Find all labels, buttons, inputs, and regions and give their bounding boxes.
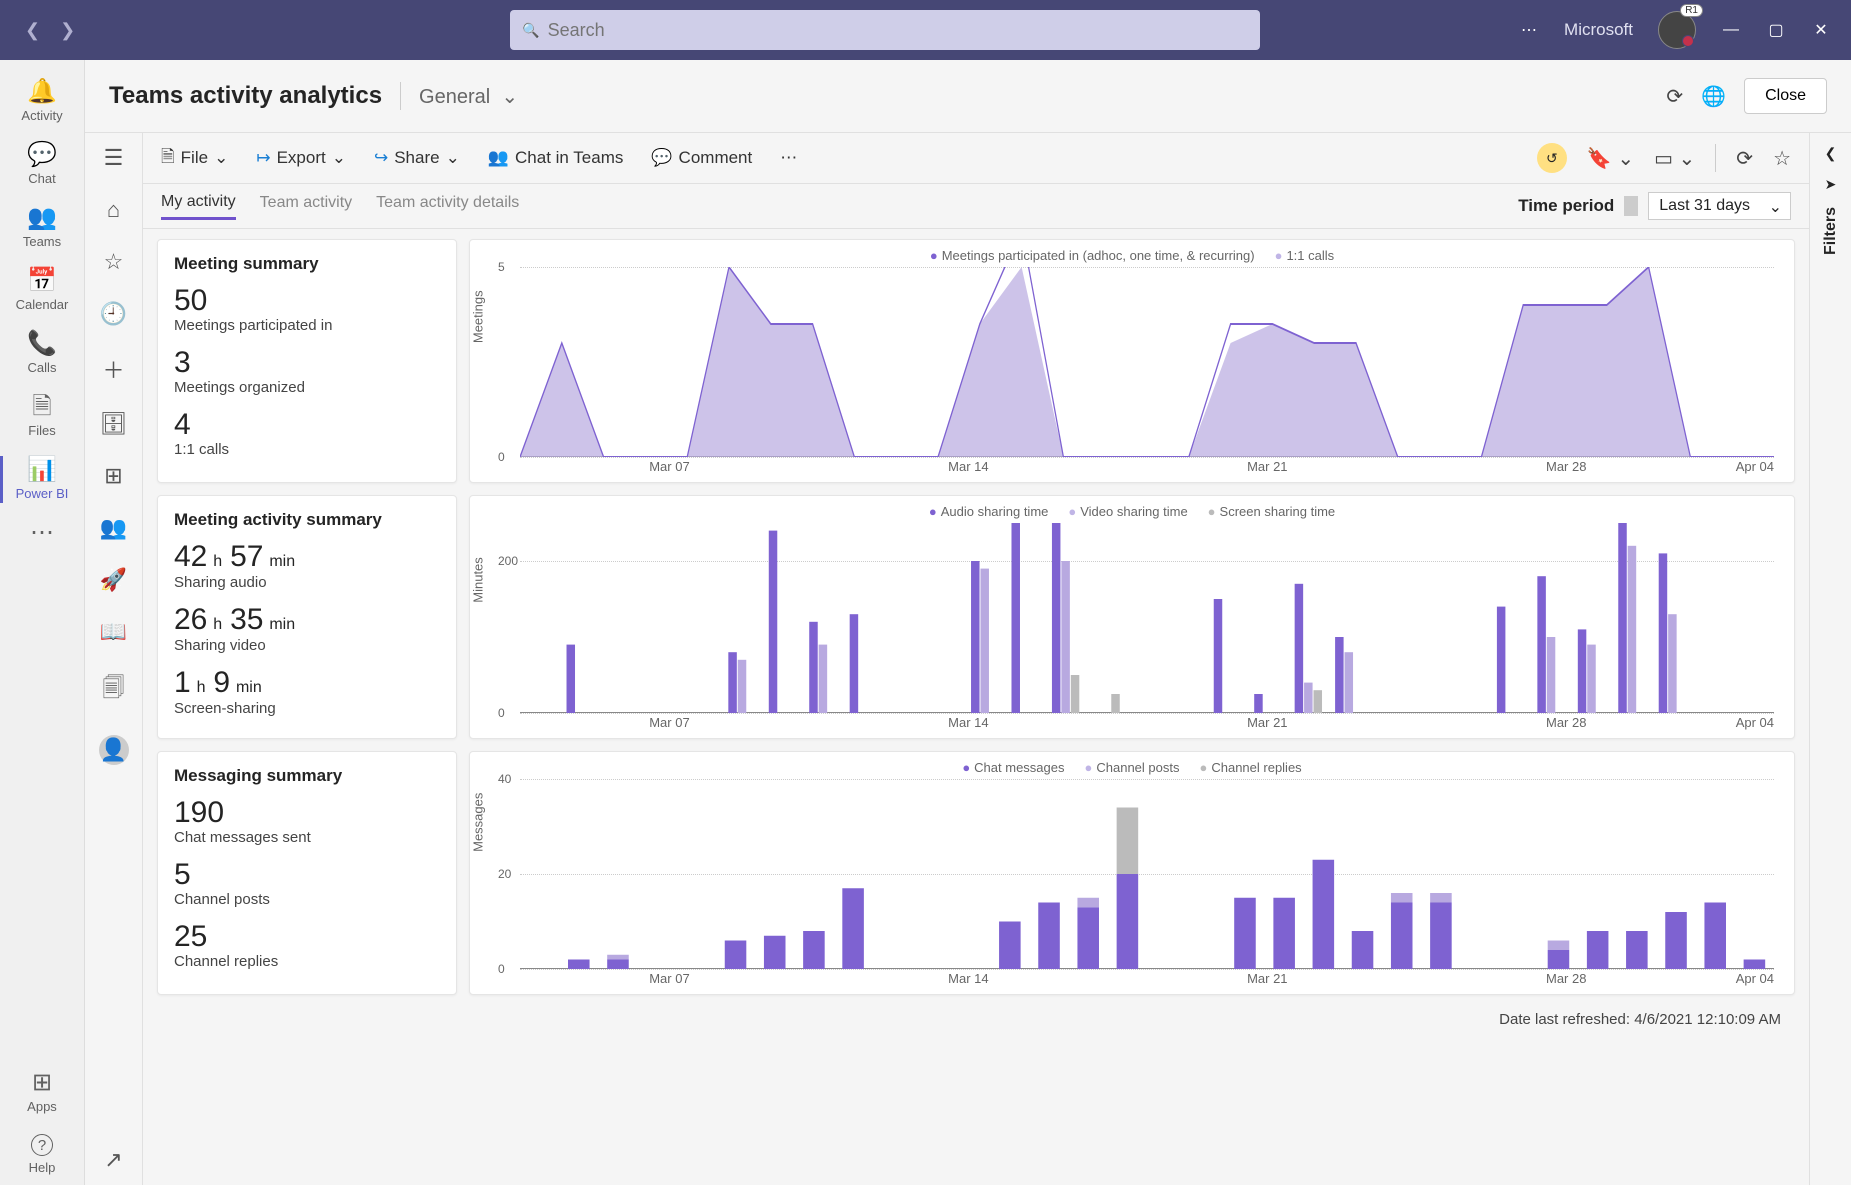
people-icon[interactable]: 👥 xyxy=(100,515,127,541)
plus-icon[interactable]: ＋ xyxy=(102,353,124,385)
chevron-left-icon[interactable]: ❮ xyxy=(1825,145,1837,162)
y-axis-label: Meetings xyxy=(471,290,486,343)
page-icon: 🗎 xyxy=(161,144,175,173)
more-icon[interactable]: ⋯ xyxy=(1519,20,1539,40)
nav-forward[interactable]: ❯ xyxy=(60,20,75,41)
expand-icon[interactable]: ↗ xyxy=(104,1147,122,1173)
search-input[interactable] xyxy=(548,20,1249,41)
channel-picker[interactable]: General ⌄ xyxy=(419,84,518,109)
grid-icon[interactable]: ⊞ xyxy=(104,463,122,489)
bookmark-icon[interactable]: 🔖 ⌄ xyxy=(1587,146,1634,171)
person-icon[interactable]: 👤 xyxy=(99,735,129,765)
chart-icon: 📊 xyxy=(27,458,57,482)
rail-apps[interactable]: ⊞Apps xyxy=(0,1061,84,1124)
menu-icon[interactable]: ☰ xyxy=(104,145,124,171)
messages-chart: Chat messages Channel posts Channel repl… xyxy=(469,751,1795,995)
search-icon: 🔍 xyxy=(522,22,539,39)
file-menu[interactable]: 🗎 File ⌄ xyxy=(161,144,228,173)
messaging-summary-card: Messaging summary 190 Chat messages sent… xyxy=(157,751,457,995)
window-minimize[interactable]: — xyxy=(1721,21,1741,39)
chat-icon: 💬 xyxy=(27,143,57,167)
page-title: Teams activity analytics xyxy=(109,82,382,110)
teams-icon: 👥 xyxy=(27,206,57,230)
more-toolbar[interactable]: ⋯ xyxy=(780,148,797,168)
tab-my-activity[interactable]: My activity xyxy=(161,193,236,220)
window-close[interactable]: ✕ xyxy=(1811,20,1831,40)
refresh2-icon[interactable]: ⟳ xyxy=(1736,146,1753,171)
database-icon[interactable]: 🗄 xyxy=(100,411,128,437)
rail-files[interactable]: 🗎Files xyxy=(0,385,84,448)
minutes-chart: Audio sharing time Video sharing time Sc… xyxy=(469,495,1795,739)
ellipsis-icon: ⋯ xyxy=(30,521,54,545)
rail-teams[interactable]: 👥Teams xyxy=(0,196,84,259)
share-icon: ↪ xyxy=(374,148,388,168)
chat-in-teams-button[interactable]: 👥 Chat in Teams xyxy=(488,148,624,168)
copy-icon[interactable]: 🗐 xyxy=(103,671,125,709)
globe-icon[interactable]: 🌐 xyxy=(1701,84,1726,109)
page-header: Teams activity analytics General ⌄ ⟳ 🌐 C… xyxy=(85,60,1851,133)
filters-pane[interactable]: ❮ ➤ Filters xyxy=(1809,133,1851,1185)
file-icon: 🗎 xyxy=(32,395,51,419)
phone-icon: 📞 xyxy=(27,332,57,356)
close-button[interactable]: Close xyxy=(1744,78,1827,114)
reset-icon: ↺ xyxy=(1546,150,1558,167)
filters-label: Filters xyxy=(1822,207,1840,255)
clock-icon[interactable]: 🕘 xyxy=(100,301,127,327)
tab-team-activity-details[interactable]: Team activity details xyxy=(376,194,519,218)
book-icon[interactable]: 📖 xyxy=(100,619,127,645)
avatar[interactable]: R1 xyxy=(1658,11,1696,49)
export-menu[interactable]: ↦ Export ⌄ xyxy=(256,148,346,168)
window-maximize[interactable]: ▢ xyxy=(1766,20,1786,40)
rail-help[interactable]: ?Help xyxy=(0,1124,84,1185)
teams-chat-icon: 👥 xyxy=(488,148,509,168)
time-period-label: Time period xyxy=(1518,196,1614,216)
meeting-activity-summary-card: Meeting activity summary 42 h 57 min Sha… xyxy=(157,495,457,739)
meeting-summary-card: Meeting summary 50 Meetings participated… xyxy=(157,239,457,483)
reset-button[interactable]: ↺ xyxy=(1537,143,1567,173)
rocket-icon[interactable]: 🚀 xyxy=(100,567,127,593)
titlebar: ❮ ❯ 🔍 ⋯ Microsoft R1 — ▢ ✕ xyxy=(0,0,1851,60)
rail-calls[interactable]: 📞Calls xyxy=(0,322,84,385)
global-search[interactable]: 🔍 xyxy=(510,10,1260,50)
rail-more[interactable]: ⋯ xyxy=(0,511,84,555)
tab-team-activity[interactable]: Team activity xyxy=(260,194,352,218)
home-icon[interactable]: ⌂ xyxy=(107,197,120,223)
comment-icon: 💬 xyxy=(651,148,672,168)
app-rail: 🔔Activity 💬Chat 👥Teams 📅Calendar 📞Calls … xyxy=(0,60,85,1185)
arrow-icon[interactable]: ➤ xyxy=(1825,176,1837,193)
rail-powerbi[interactable]: 📊Power BI xyxy=(0,448,84,511)
legend-meetings: Meetings participated in (adhoc, one tim… xyxy=(930,248,1255,263)
calendar-icon: 📅 xyxy=(27,269,57,293)
refresh-timestamp: Date last refreshed: 4/6/2021 12:10:09 A… xyxy=(157,1007,1795,1032)
refresh-icon[interactable]: ⟳ xyxy=(1666,84,1683,109)
favorite-icon[interactable]: ☆ xyxy=(1773,146,1791,171)
comment-button[interactable]: 💬 Comment xyxy=(651,148,752,168)
bell-icon: 🔔 xyxy=(27,80,57,104)
nav-back[interactable]: ❮ xyxy=(25,20,40,41)
view-icon[interactable]: ▭ ⌄ xyxy=(1654,146,1695,171)
report-tabs: My activity Team activity Team activity … xyxy=(143,184,1809,229)
meetings-chart: Meetings participated in (adhoc, one tim… xyxy=(469,239,1795,483)
org-label: Microsoft xyxy=(1564,20,1633,40)
avatar-badge: R1 xyxy=(1680,4,1703,17)
help-icon: ? xyxy=(31,1134,53,1156)
report-toolbar: 🗎 File ⌄ ↦ Export ⌄ ↪ Share ⌄ 👥 Chat in … xyxy=(143,133,1809,184)
star-icon[interactable]: ☆ xyxy=(104,249,124,275)
export-icon: ↦ xyxy=(256,148,270,168)
rail-activity[interactable]: 🔔Activity xyxy=(0,70,84,133)
rail-calendar[interactable]: 📅Calendar xyxy=(0,259,84,322)
rail-chat[interactable]: 💬Chat xyxy=(0,133,84,196)
time-period-select[interactable]: Last 31 days⌄ xyxy=(1648,192,1791,220)
share-menu[interactable]: ↪ Share ⌄ xyxy=(374,148,460,168)
apps-icon: ⊞ xyxy=(32,1071,52,1095)
report-nav: ☰ ⌂ ☆ 🕘 ＋ 🗄 ⊞ 👥 🚀 📖 🗐 👤 ↗ xyxy=(85,133,143,1185)
card-title: Meeting summary xyxy=(174,254,440,274)
legend-calls: 1:1 calls xyxy=(1275,248,1335,263)
